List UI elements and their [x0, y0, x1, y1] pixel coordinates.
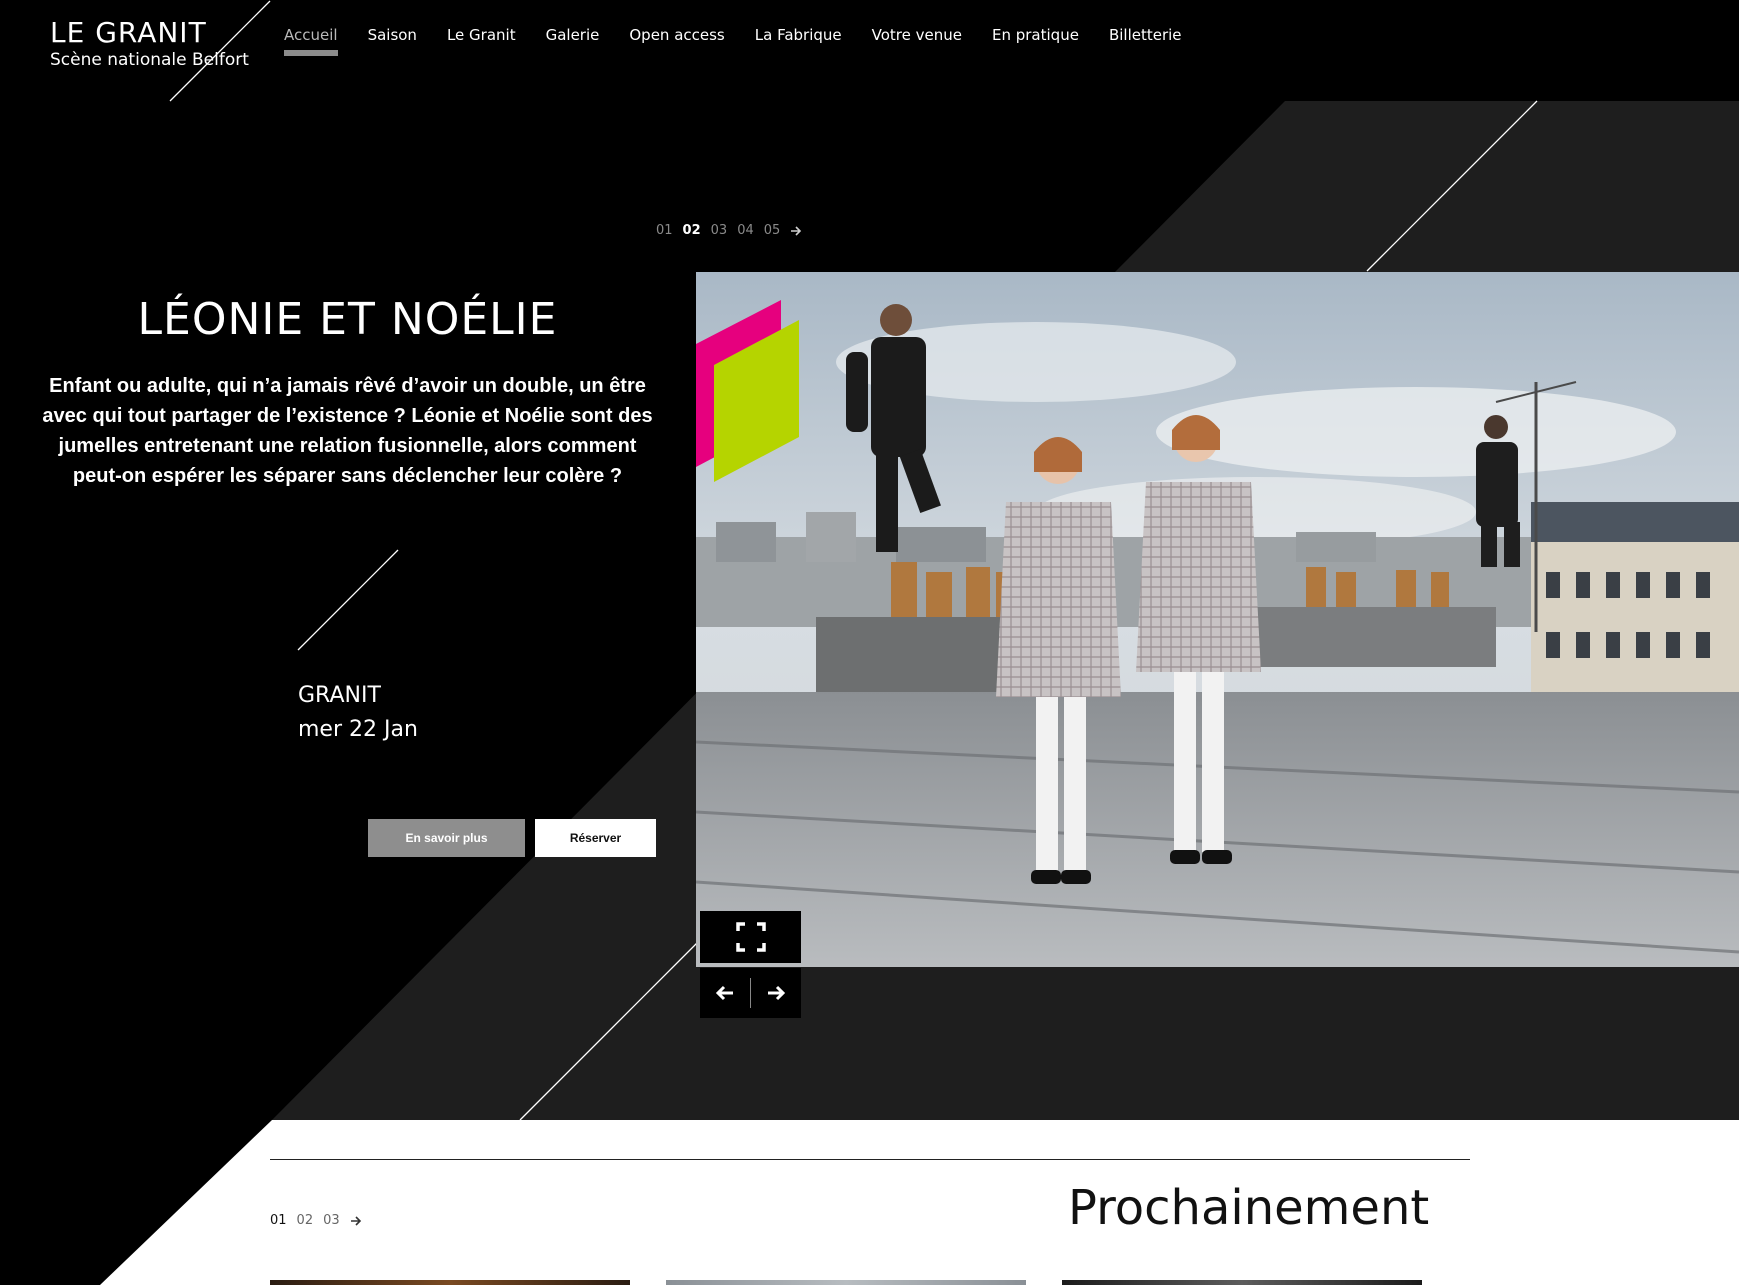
book-button[interactable]: Réserver — [535, 819, 656, 857]
nav-item-accueil[interactable]: Accueil — [284, 24, 338, 56]
nav-item-galerie[interactable]: Galerie — [546, 24, 600, 56]
next-slide-button[interactable] — [751, 968, 801, 1018]
hero-pager: 01 02 03 04 05 — [656, 223, 802, 238]
nav-item-open-access[interactable]: Open access — [629, 24, 724, 56]
more-info-button[interactable]: En savoir plus — [368, 819, 525, 857]
hero-venue: GRANIT — [298, 683, 381, 708]
rooftop-scene-illustration — [696, 272, 1739, 967]
hero-pager-item[interactable]: 03 — [711, 223, 728, 238]
site-logo[interactable]: LE GRANIT Scène nationale Belfort — [50, 16, 249, 70]
upcoming-pager: 01 02 03 — [270, 1213, 362, 1228]
hero-title: LÉONIE ET NOÉLIE — [137, 294, 558, 345]
hero-photo[interactable] — [696, 272, 1739, 967]
event-card[interactable] — [666, 1280, 1026, 1285]
slider-nav — [700, 968, 801, 1018]
hero-pager-item[interactable]: 04 — [737, 223, 754, 238]
hero-pager-item[interactable]: 01 — [656, 223, 673, 238]
nav-item-votre-venue[interactable]: Votre venue — [872, 24, 962, 56]
arrow-left-icon — [715, 985, 733, 1001]
nav-item-billetterie[interactable]: Billetterie — [1109, 24, 1182, 56]
hero-description: Enfant ou adulte, qui n’a jamais rêvé d’… — [42, 375, 653, 487]
upcoming-pager-item[interactable]: 03 — [323, 1213, 340, 1228]
fullscreen-button[interactable] — [700, 911, 801, 963]
nav-item-le-granit[interactable]: Le Granit — [447, 24, 516, 56]
previous-slide-button[interactable] — [700, 968, 750, 1018]
event-card[interactable] — [1062, 1280, 1422, 1285]
site-subtitle: Scène nationale Belfort — [50, 50, 249, 70]
section-divider — [270, 1159, 1470, 1160]
nav-item-saison[interactable]: Saison — [368, 24, 417, 56]
nav-item-la-fabrique[interactable]: La Fabrique — [755, 24, 842, 56]
site-title: LE GRANIT — [50, 16, 207, 49]
arrow-right-icon — [768, 985, 786, 1001]
arrow-right-icon[interactable] — [790, 225, 802, 236]
upcoming-title: Prochainement — [1068, 1180, 1430, 1236]
upcoming-pager-item-current[interactable]: 01 — [270, 1213, 287, 1228]
hero-pager-item[interactable]: 05 — [764, 223, 781, 238]
event-card[interactable] — [270, 1280, 630, 1285]
upcoming-pager-item[interactable]: 02 — [297, 1213, 314, 1228]
fullscreen-icon — [735, 922, 766, 952]
nav-item-en-pratique[interactable]: En pratique — [992, 24, 1079, 56]
hero-pager-item-current[interactable]: 02 — [683, 223, 701, 238]
hero-date: mer 22 Jan — [298, 717, 418, 742]
main-nav: Accueil Saison Le Granit Galerie Open ac… — [284, 24, 1212, 56]
arrow-right-icon[interactable] — [350, 1215, 362, 1226]
